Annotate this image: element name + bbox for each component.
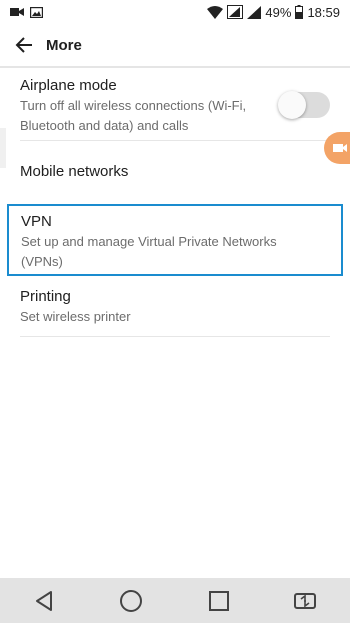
- camera-icon: [333, 144, 347, 152]
- settings-list: Airplane mode Turn off all wireless conn…: [0, 68, 350, 337]
- divider: [20, 336, 330, 337]
- home-circle-icon: [120, 589, 143, 612]
- page-title: More: [46, 36, 82, 54]
- airplane-mode-toggle[interactable]: [278, 91, 330, 119]
- setting-mobile-networks[interactable]: Mobile networks: [0, 141, 350, 203]
- nav-home-button[interactable]: [101, 578, 161, 623]
- battery-icon: [295, 5, 304, 19]
- camera-icon: [10, 7, 24, 17]
- clock: 18:59: [307, 4, 340, 20]
- setting-subtitle: Set wireless printer: [20, 309, 131, 324]
- setting-airplane-mode[interactable]: Airplane mode Turn off all wireless conn…: [0, 68, 350, 140]
- setting-title: VPN: [21, 213, 52, 230]
- nav-back-button[interactable]: [14, 578, 74, 623]
- wifi-icon: [207, 5, 224, 19]
- signal-icon: [247, 5, 262, 19]
- toolbar: More: [0, 24, 350, 66]
- setting-subtitle: Turn off all wireless connections (Wi-Fi…: [20, 98, 247, 133]
- back-button[interactable]: [2, 24, 46, 66]
- switch-screen-icon: [294, 592, 317, 609]
- signal-icon: [227, 5, 244, 19]
- setting-title: Printing: [20, 288, 71, 305]
- setting-title: Mobile networks: [20, 163, 129, 180]
- nav-switch-screen-button[interactable]: [276, 578, 336, 623]
- status-bar: 49% 18:59: [0, 0, 350, 24]
- status-left: [0, 6, 43, 18]
- back-triangle-icon: [35, 590, 52, 611]
- setting-vpn[interactable]: VPN Set up and manage Virtual Private Ne…: [7, 204, 343, 276]
- floating-recorder-bubble[interactable]: [324, 132, 350, 164]
- setting-subtitle: Set up and manage Virtual Private Networ…: [21, 234, 277, 269]
- nav-recents-button[interactable]: [189, 578, 249, 623]
- battery-percent: 49%: [265, 4, 292, 20]
- navigation-bar: [0, 578, 350, 623]
- arrow-left-icon: [15, 37, 32, 53]
- image-icon: [30, 6, 43, 18]
- status-right: 49% 18:59: [207, 5, 350, 20]
- setting-printing[interactable]: Printing Set wireless printer: [0, 276, 350, 336]
- toggle-knob: [278, 91, 306, 119]
- recents-square-icon: [208, 590, 229, 611]
